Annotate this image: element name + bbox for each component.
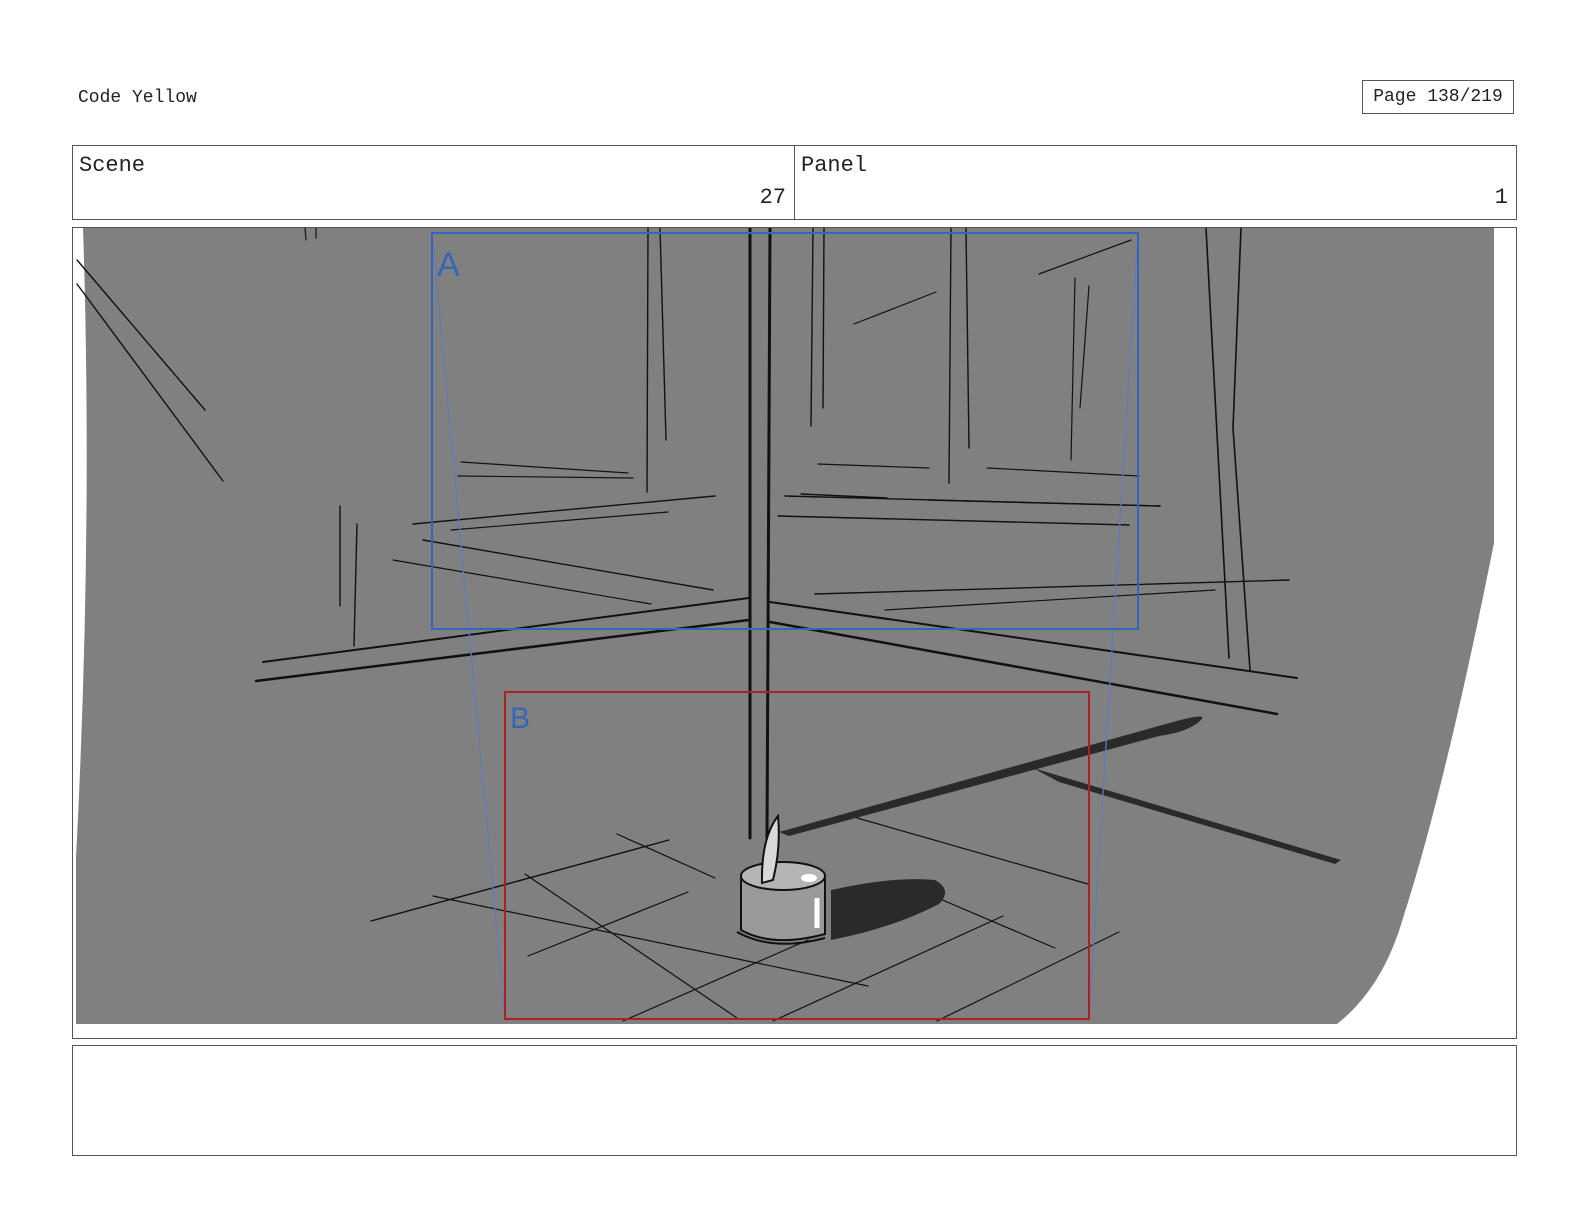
scene-number: 27 — [759, 185, 786, 210]
panel-cell: Panel 1 — [794, 146, 1516, 219]
panel-number: 1 — [1494, 185, 1508, 210]
storyboard-title: Code Yellow — [78, 88, 197, 108]
panel-label: Panel — [801, 153, 868, 178]
camera-label-a: A — [437, 246, 460, 284]
scene-panel-info: Scene 27 Panel 1 — [72, 145, 1517, 220]
page-counter: Page 138/219 — [1362, 80, 1514, 114]
scene-label: Scene — [79, 153, 146, 178]
storyboard-sketch: A B — [76, 228, 1494, 1024]
notes-box[interactable] — [72, 1045, 1517, 1156]
scene-cell: Scene 27 — [73, 146, 794, 219]
camera-label-b: B — [510, 702, 530, 735]
storyboard-frame: A B — [72, 227, 1517, 1039]
